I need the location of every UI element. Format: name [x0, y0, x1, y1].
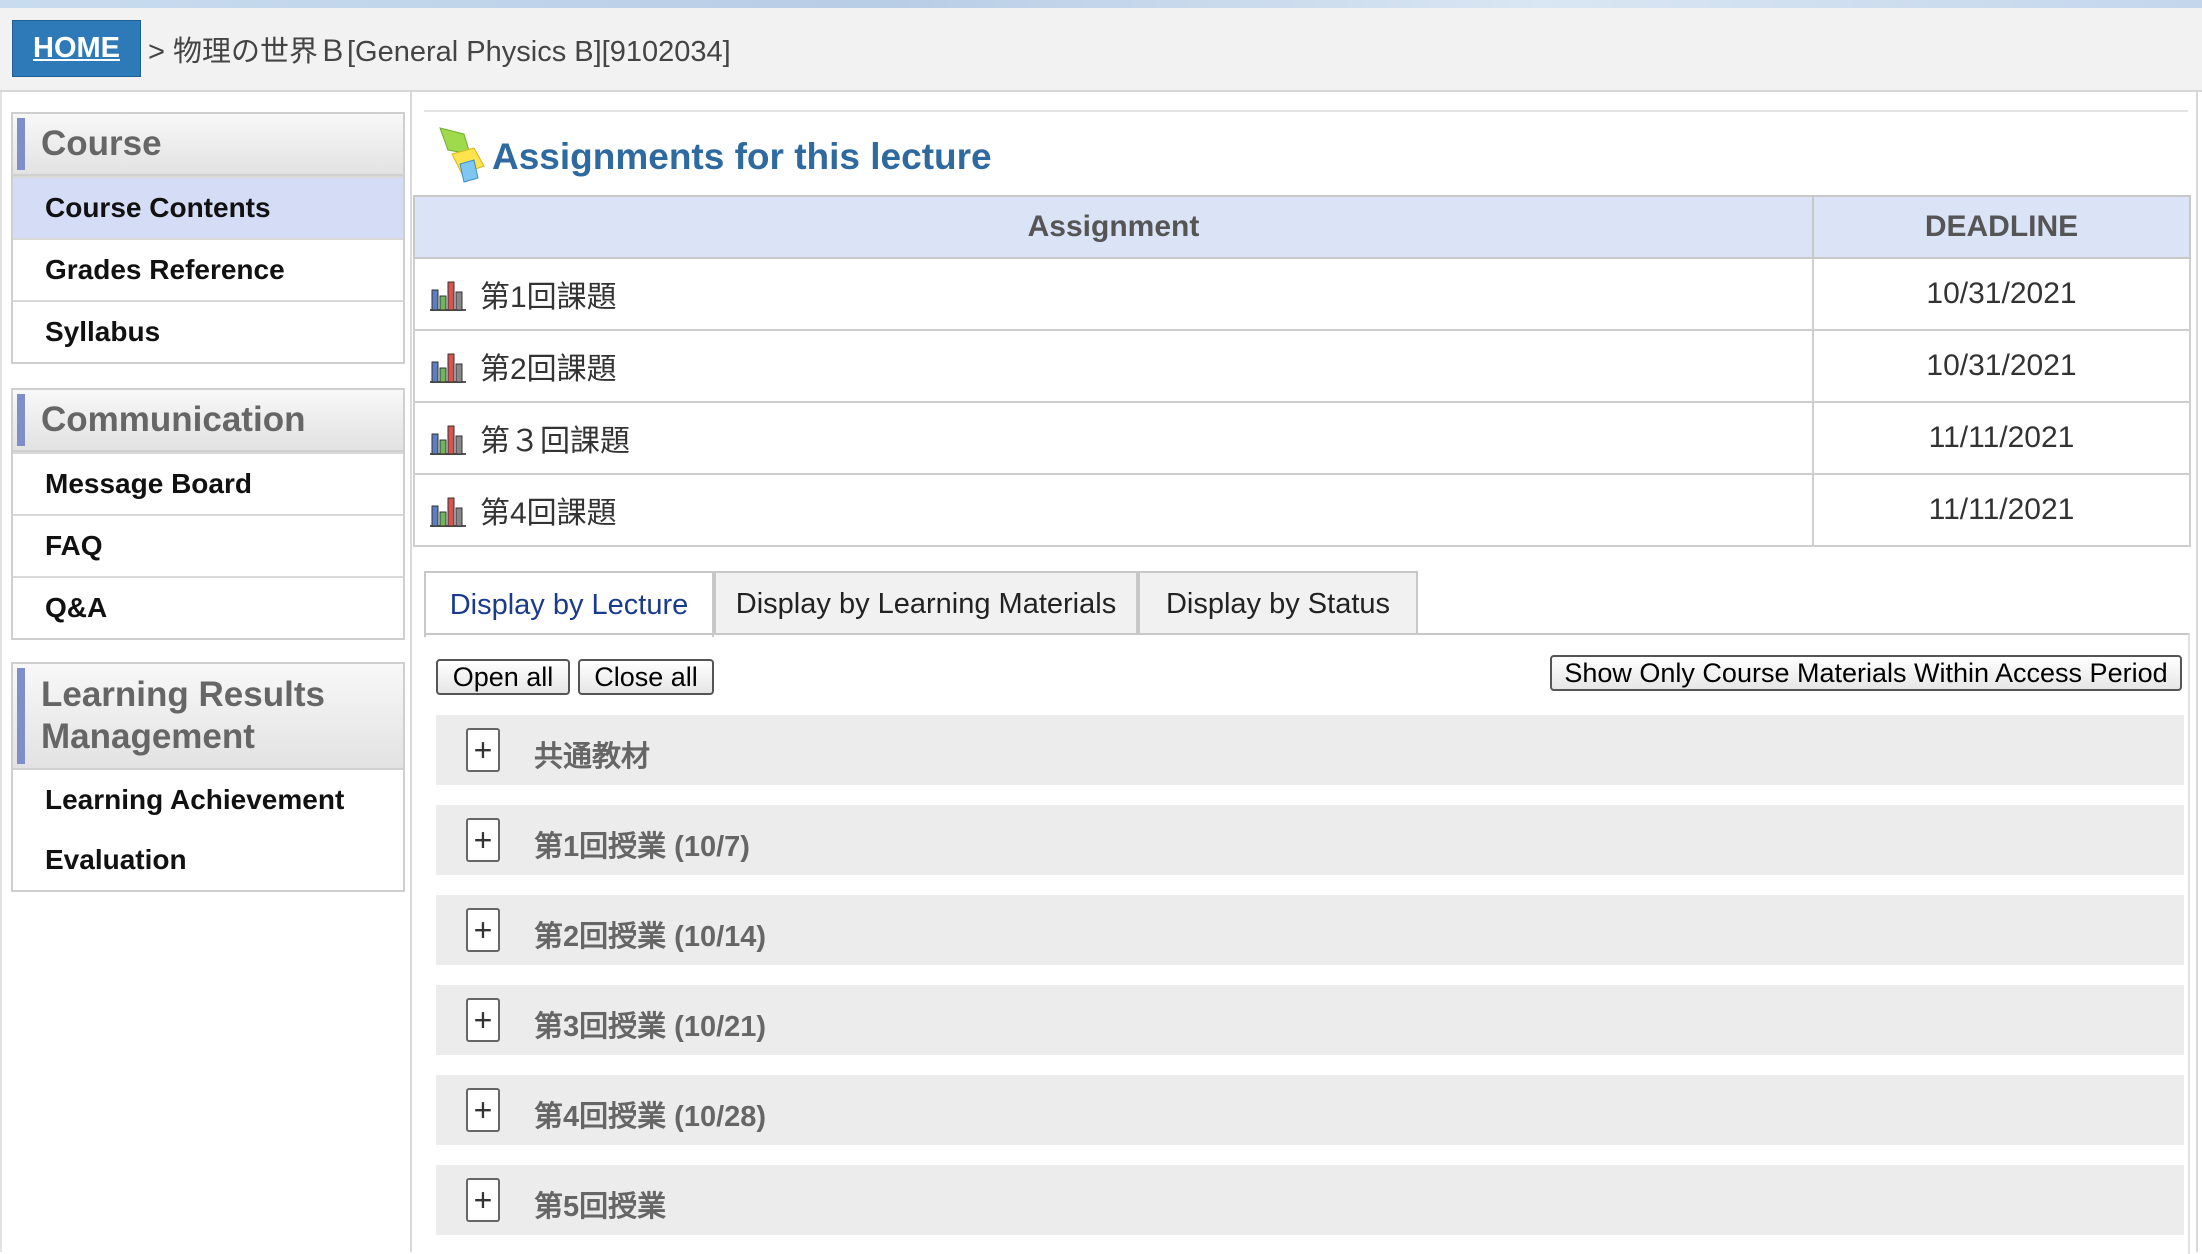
- assignments-header: Assignments for this lecture: [424, 110, 2188, 188]
- page-title: Assignments for this lecture: [492, 136, 992, 177]
- assignment-deadline: 10/31/2021: [1812, 329, 2191, 403]
- assignment-diamond-icon: [439, 127, 485, 183]
- sidebar-item-evaluation[interactable]: Evaluation: [13, 830, 403, 890]
- sidebar-group-learning-results: Learning Results Management Learning Ach…: [11, 662, 405, 892]
- section-label: 第4回授業 (10/28): [534, 1101, 767, 1133]
- section-row[interactable]: + 第5回授業: [436, 1165, 2184, 1235]
- sidebar-item-qa[interactable]: Q&A: [13, 576, 403, 638]
- section-label: 共通教材: [534, 741, 651, 773]
- sidebar-item-message-board[interactable]: Message Board: [13, 452, 403, 514]
- expand-plus-icon[interactable]: +: [466, 998, 500, 1042]
- section-row[interactable]: + 共通教材: [436, 715, 2184, 785]
- bar-chart-icon: [430, 425, 466, 455]
- sidebar-item-faq[interactable]: FAQ: [13, 514, 403, 576]
- breadcrumb-course-path: > 物理の世界Ｂ[General Physics B][9102034]: [148, 36, 731, 68]
- sidebar-item-course-contents[interactable]: Course Contents: [13, 176, 403, 238]
- assignments-table: Assignment DEADLINE 第1回課題 10/31/2021 第2回…: [413, 195, 2191, 547]
- section-row[interactable]: + 第1回授業 (10/7): [436, 805, 2184, 875]
- table-row[interactable]: 第4回課題 11/11/2021: [413, 473, 2191, 547]
- tab-display-by-learning-materials[interactable]: Display by Learning Materials: [714, 571, 1138, 635]
- section-row[interactable]: + 第3回授業 (10/21): [436, 985, 2184, 1055]
- expand-plus-icon[interactable]: +: [466, 1088, 500, 1132]
- sidebar-heading-line2: Management: [41, 717, 255, 756]
- column-header-assignment: Assignment: [413, 195, 1814, 259]
- sidebar-group-communication: Communication Message Board FAQ Q&A: [11, 388, 405, 640]
- assignment-deadline: 11/11/2021: [1812, 473, 2191, 547]
- left-border: [0, 92, 2, 1252]
- home-link[interactable]: HOME: [12, 20, 141, 77]
- assignment-name[interactable]: 第4回課題: [480, 488, 617, 532]
- right-border: [2196, 92, 2198, 1252]
- access-period-filter-button[interactable]: Show Only Course Materials Within Access…: [1550, 655, 2182, 691]
- bar-chart-icon: [430, 497, 466, 527]
- section-label: 第3回授業 (10/21): [534, 1011, 767, 1043]
- sidebar-item-learning-achievement[interactable]: Learning Achievement: [13, 770, 403, 830]
- sidebar-item-grades-reference[interactable]: Grades Reference: [13, 238, 403, 300]
- sidebar-group-course: Course Course Contents Grades Reference …: [11, 112, 405, 364]
- sidebar-divider: [410, 92, 412, 1252]
- sidebar-heading-line1: Learning Results: [41, 675, 325, 714]
- expand-plus-icon[interactable]: +: [466, 908, 500, 952]
- table-row[interactable]: 第2回課題 10/31/2021: [413, 329, 2191, 403]
- sidebar-heading-communication: Communication: [13, 390, 403, 452]
- section-label: 第2回授業 (10/14): [534, 921, 767, 953]
- sidebar-heading-course: Course: [13, 114, 403, 176]
- column-header-deadline: DEADLINE: [1812, 195, 2191, 259]
- open-all-button[interactable]: Open all: [436, 659, 570, 695]
- section-label: 第5回授業: [534, 1191, 667, 1223]
- sidebar-heading-learning-results: Learning Results Management: [13, 664, 403, 770]
- assignment-name[interactable]: 第1回課題: [480, 272, 617, 316]
- expand-plus-icon[interactable]: +: [466, 1178, 500, 1222]
- expand-plus-icon[interactable]: +: [466, 728, 500, 772]
- assignment-deadline: 10/31/2021: [1812, 257, 2191, 331]
- bar-chart-icon: [430, 353, 466, 383]
- sidebar-item-syllabus[interactable]: Syllabus: [13, 300, 403, 362]
- close-all-button[interactable]: Close all: [578, 659, 714, 695]
- tab-display-by-lecture[interactable]: Display by Lecture: [424, 571, 714, 637]
- section-row[interactable]: + 第2回授業 (10/14): [436, 895, 2184, 965]
- tab-display-by-status[interactable]: Display by Status: [1138, 571, 1418, 635]
- bar-chart-icon: [430, 281, 466, 311]
- assignment-name[interactable]: 第３回課題: [480, 416, 630, 460]
- section-row[interactable]: + 第4回授業 (10/28): [436, 1075, 2184, 1145]
- lms-page: HOME > 物理の世界Ｂ[General Physics B][9102034…: [0, 0, 2202, 1254]
- breadcrumb: HOME > 物理の世界Ｂ[General Physics B][9102034…: [0, 8, 2202, 92]
- table-row[interactable]: 第1回課題 10/31/2021: [413, 257, 2191, 331]
- assignment-name[interactable]: 第2回課題: [480, 344, 617, 388]
- top-banner-strip: [0, 0, 2202, 8]
- assignment-deadline: 11/11/2021: [1812, 401, 2191, 475]
- section-label: 第1回授業 (10/7): [534, 831, 750, 863]
- table-header-row: Assignment DEADLINE: [413, 195, 2191, 259]
- expand-plus-icon[interactable]: +: [466, 818, 500, 862]
- table-row[interactable]: 第３回課題 11/11/2021: [413, 401, 2191, 475]
